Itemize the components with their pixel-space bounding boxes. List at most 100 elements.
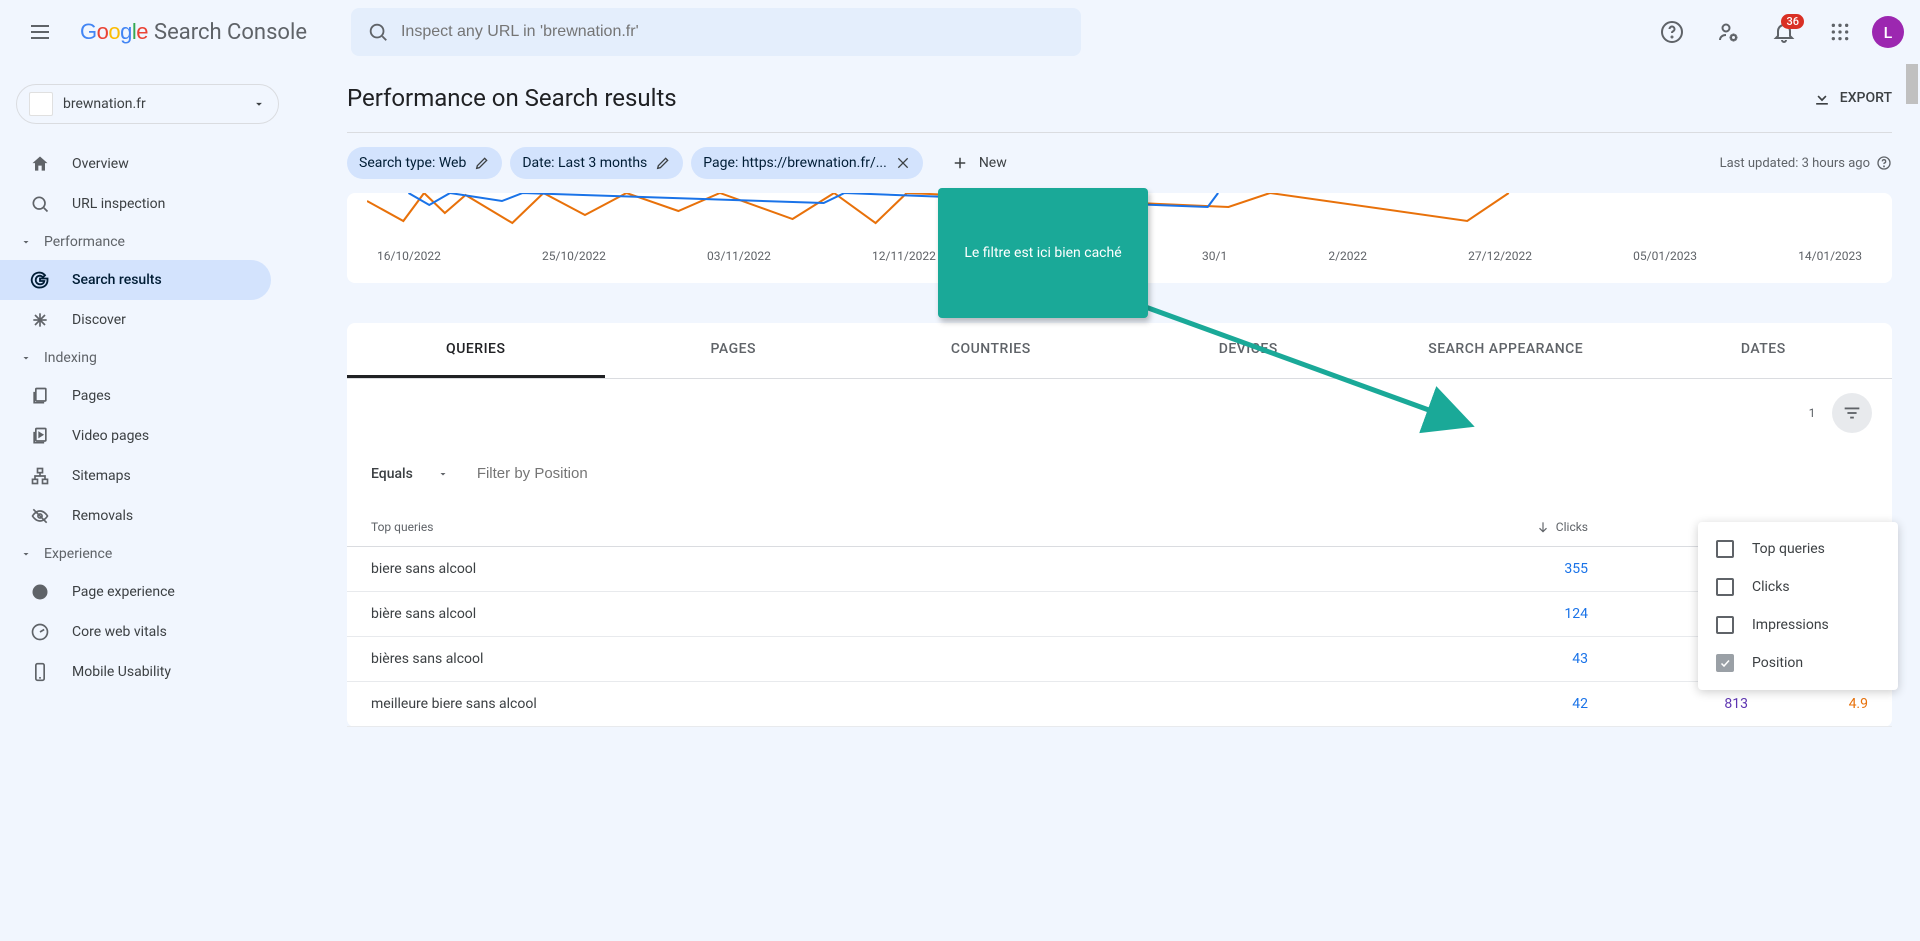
sidebar-item-sitemaps[interactable]: Sitemaps [0,456,271,496]
property-name: brewnation.fr [63,96,242,112]
product-logo[interactable]: Google Search Console [80,19,307,45]
sidebar-item-url-inspection[interactable]: URL inspection [0,184,271,224]
cell-clicks: 124 [1428,606,1588,622]
google-wordmark: Google [80,19,148,45]
chevron-down-icon [20,352,32,364]
help-icon[interactable] [1876,155,1892,171]
cell-query: meilleure biere sans alcool [371,696,1428,712]
cell-query: bières sans alcool [371,651,1428,667]
chip-label: Search type: Web [359,155,466,171]
google-g-icon [30,270,50,290]
sidebar-section-experience[interactable]: Experience [0,536,295,572]
apps-button[interactable] [1816,8,1864,56]
table-row[interactable]: bière sans alcool 124 8,283 8.8 [347,592,1892,637]
tab-countries[interactable]: COUNTRIES [862,323,1120,378]
sidebar-section-indexing[interactable]: Indexing [0,340,295,376]
export-label: EXPORT [1840,90,1892,106]
url-inspect-search[interactable] [351,8,1081,56]
chevron-down-icon [252,97,266,111]
search-icon [367,21,389,43]
page-title: Performance on Search results [347,84,677,112]
vertical-scrollbar[interactable] [1906,64,1920,941]
checkbox-icon [1716,540,1734,558]
hamburger-menu-button[interactable] [16,8,64,56]
cell-position: 4.9 [1748,696,1868,712]
checkbox-icon [1716,616,1734,634]
person-gear-icon [1716,20,1740,44]
help-button[interactable] [1648,8,1696,56]
tab-pages[interactable]: PAGES [605,323,863,378]
table-row[interactable]: bières sans alcool 43 1,196 6.6 [347,637,1892,682]
chip-label: Page: https://brewnation.fr/... [703,155,887,171]
cell-clicks: 42 [1428,696,1588,712]
popover-item-top-queries[interactable]: Top queries [1698,530,1898,568]
close-icon[interactable] [895,155,911,171]
sitemap-icon [30,466,50,486]
filter-operator-select[interactable]: Equals [371,466,449,482]
property-selector[interactable]: brewnation.fr [16,84,279,124]
apps-grid-icon [1830,22,1850,42]
popover-item-clicks[interactable]: Clicks [1698,568,1898,606]
sidebar-item-label: URL inspection [72,196,165,212]
popover-item-impressions[interactable]: Impressions [1698,606,1898,644]
sidebar-item-label: Page experience [72,584,175,600]
sidebar-item-pages[interactable]: Pages [0,376,271,416]
sidebar-section-performance[interactable]: Performance [0,224,295,260]
add-filter-button[interactable]: New [939,154,1019,172]
chip-search-type[interactable]: Search type: Web [347,147,502,179]
chip-date[interactable]: Date: Last 3 months [510,147,683,179]
col-clicks[interactable]: Clicks [1428,520,1588,534]
cell-clicks: 43 [1428,651,1588,667]
sidebar-item-removals[interactable]: Removals [0,496,271,536]
export-button[interactable]: EXPORT [1812,88,1892,108]
download-icon [1812,88,1832,108]
circle-plus-icon [30,582,50,602]
url-inspect-input[interactable] [401,23,1065,41]
sidebar-item-page-experience[interactable]: Page experience [0,572,271,612]
avatar[interactable]: L [1872,16,1904,48]
checkbox-checked-icon [1716,654,1734,672]
chevron-down-icon [20,548,32,560]
table-row[interactable]: meilleure biere sans alcool 42 813 4.9 [347,682,1892,727]
column-filter-popover: Top queries Clicks Impressions Position [1698,522,1898,690]
gauge-icon [30,622,50,642]
table-filter-button[interactable] [1832,393,1872,433]
filter-active-count: 1 [1802,403,1822,423]
sidebar-item-core-web-vitals[interactable]: Core web vitals [0,612,271,652]
section-label: Experience [44,546,112,562]
sidebar: brewnation.fr Overview URL inspection Pe… [0,64,295,941]
asterisk-icon [30,310,50,330]
filter-position-input[interactable] [477,459,777,488]
popover-label: Top queries [1752,541,1825,557]
sidebar-item-label: Mobile Usability [72,664,171,680]
annotation-callout: Le filtre est ici bien caché [938,188,1148,318]
sidebar-item-mobile-usability[interactable]: Mobile Usability [0,652,271,692]
pencil-icon [655,155,671,171]
sidebar-item-label: Sitemaps [72,468,131,484]
sidebar-item-label: Core web vitals [72,624,167,640]
tab-queries[interactable]: QUERIES [347,323,605,378]
notifications-button[interactable]: 36 [1760,8,1808,56]
col-query[interactable]: Top queries [371,520,1428,534]
tab-search-appearance[interactable]: SEARCH APPEARANCE [1377,323,1635,378]
tab-devices[interactable]: DEVICES [1120,323,1378,378]
popover-item-position[interactable]: Position [1698,644,1898,682]
sidebar-item-discover[interactable]: Discover [0,300,271,340]
chip-label: Date: Last 3 months [522,155,647,171]
sidebar-item-video-pages[interactable]: Video pages [0,416,271,456]
chip-page-filter[interactable]: Page: https://brewnation.fr/... [691,147,923,179]
sidebar-item-label: Removals [72,508,133,524]
chevron-down-icon [437,468,449,480]
cell-impressions: 813 [1588,696,1748,712]
tab-dates[interactable]: DATES [1635,323,1893,378]
last-updated: Last updated: 3 hours ago [1720,155,1892,171]
sidebar-item-label: Discover [72,312,126,328]
sidebar-item-search-results[interactable]: Search results [0,260,271,300]
table-row[interactable]: biere sans alcool 355 [347,547,1892,592]
chevron-down-icon [20,236,32,248]
account-settings-button[interactable] [1704,8,1752,56]
sidebar-item-overview[interactable]: Overview [0,144,271,184]
popover-label: Clicks [1752,579,1790,595]
dimension-tabs: QUERIES PAGES COUNTRIES DEVICES SEARCH A… [347,323,1892,379]
operator-label: Equals [371,466,413,482]
